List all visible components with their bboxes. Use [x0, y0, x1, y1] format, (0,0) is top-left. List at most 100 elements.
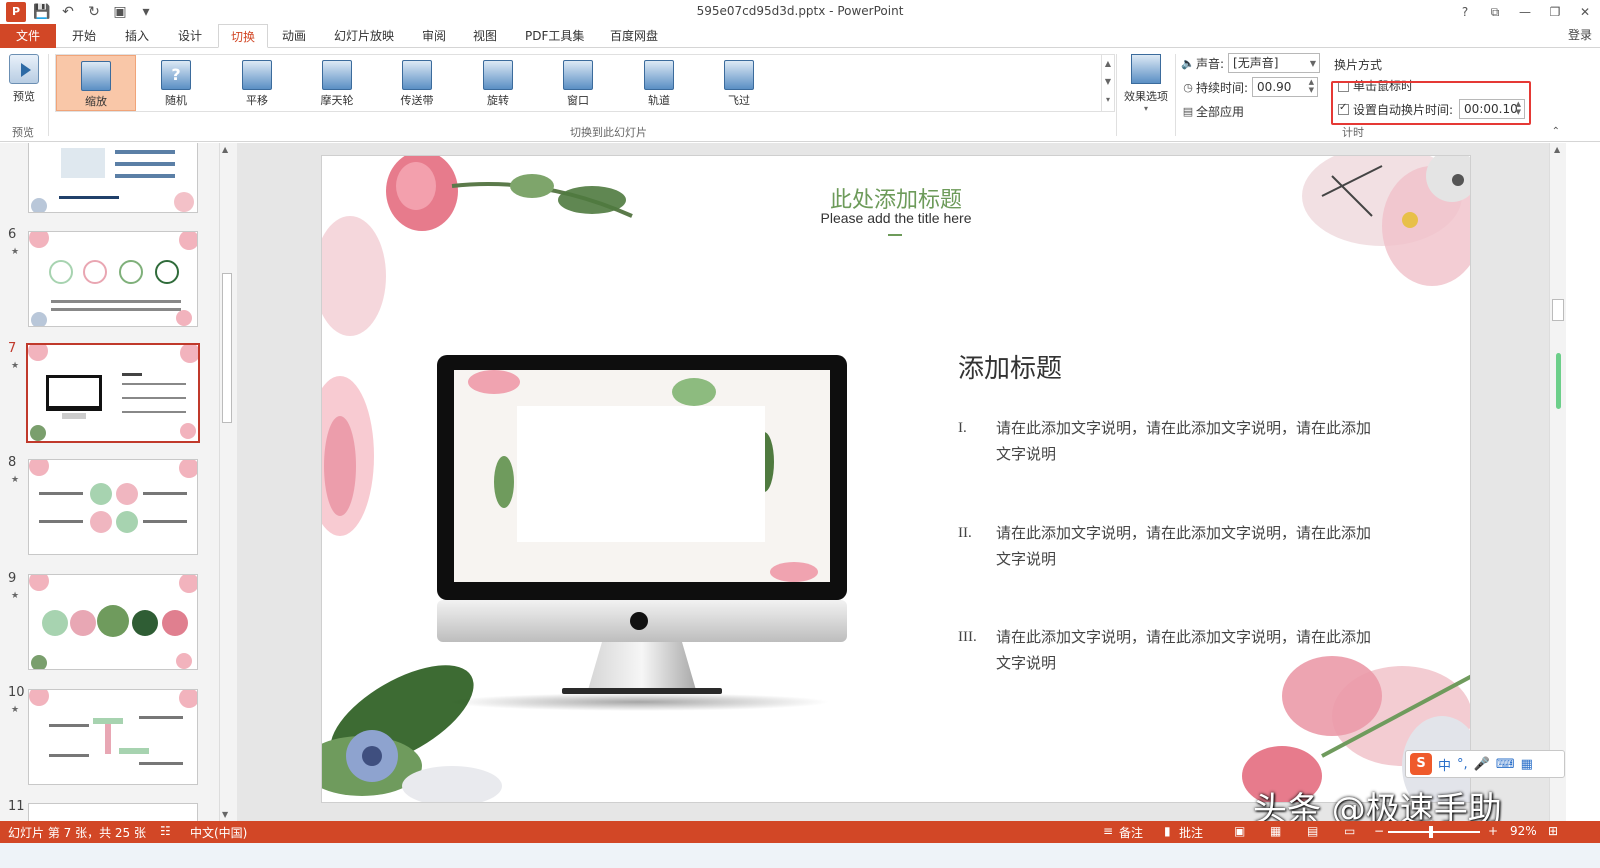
tab-animations[interactable]: 动画: [270, 24, 318, 48]
fit-slide-icon[interactable]: ⊞: [1548, 824, 1558, 838]
slide-thumbnail-selected[interactable]: [26, 343, 200, 443]
slide-sorter-view-icon[interactable]: ▦: [1270, 824, 1281, 838]
scroll-down-icon[interactable]: ▼: [222, 810, 228, 819]
slide-number: 6: [8, 227, 17, 242]
tab-slideshow[interactable]: 幻灯片放映: [322, 24, 406, 48]
help-button[interactable]: ?: [1450, 0, 1480, 24]
tab-insert[interactable]: 插入: [113, 24, 161, 48]
list-item-text: 请在此添加文字说明，请在此添加文字说明，请在此添加文字说明: [996, 524, 1372, 568]
slide-thumbnail-image: [29, 690, 197, 765]
slide-thumbnail[interactable]: [28, 143, 198, 213]
preview-button[interactable]: 预览: [6, 54, 42, 110]
zoom-slider[interactable]: [1388, 831, 1480, 833]
slide-thumbnail[interactable]: [28, 803, 198, 821]
rotate-transition-icon: [483, 60, 513, 90]
tab-baidu-netdisk[interactable]: 百度网盘: [598, 24, 670, 48]
ribbon-display-options-button[interactable]: ⧉: [1480, 0, 1510, 24]
ferris-wheel-transition-icon: [322, 60, 352, 90]
effect-options-button[interactable]: 效果选项 ▾: [1120, 54, 1172, 120]
collapse-ribbon-icon[interactable]: ⌃: [1552, 126, 1560, 137]
reading-view-icon[interactable]: ▤: [1307, 824, 1318, 838]
minimize-button[interactable]: —: [1510, 0, 1540, 24]
scroll-up-icon[interactable]: ▲: [1554, 145, 1560, 154]
fly-through-transition-icon: [724, 60, 754, 90]
zoom-out-icon[interactable]: −: [1374, 824, 1384, 838]
spinner-icon[interactable]: ▲ ▼: [1309, 78, 1314, 94]
monitor-image[interactable]: [434, 352, 854, 712]
transition-star-icon: ★: [11, 591, 20, 601]
slide-thumbnail[interactable]: [28, 574, 198, 670]
tab-pdf-tools[interactable]: PDF工具集: [513, 24, 596, 48]
ime-mode-toggle[interactable]: 中: [1438, 755, 1451, 774]
current-slide[interactable]: 此处添加标题 Please add the title here 添加标题 I.…: [321, 155, 1471, 803]
editor-vertical-scrollbar[interactable]: ▲: [1549, 143, 1566, 821]
comments-button[interactable]: 批注: [1179, 824, 1203, 841]
transition-rotate[interactable]: 旋转: [458, 55, 538, 111]
slide-thumbnail[interactable]: [28, 231, 198, 327]
transition-random[interactable]: 随机: [136, 55, 216, 111]
notes-icon[interactable]: ≡: [1103, 824, 1113, 838]
microphone-icon[interactable]: 🎤: [1474, 757, 1490, 772]
transition-label: 随机: [165, 94, 187, 107]
scrollbar-thumb[interactable]: [1552, 299, 1564, 321]
zoom-slider-thumb[interactable]: [1429, 826, 1433, 838]
powerpoint-window: P 💾 ↶ ↻ ▣ ▾ 595e07cd95d3d.pptx - PowerPo…: [0, 0, 1600, 868]
gallery-group-label: 切换到此幻灯片: [570, 126, 647, 139]
gallery-scroll-down-icon[interactable]: ▼: [1102, 73, 1114, 91]
scrollbar-thumb[interactable]: [222, 273, 232, 423]
content-heading[interactable]: 添加标题: [958, 348, 1062, 385]
notes-button[interactable]: 备注: [1119, 824, 1143, 841]
punctuation-icon[interactable]: °,: [1457, 757, 1468, 772]
tab-file[interactable]: 文件: [0, 24, 56, 48]
slide-number: 10: [8, 685, 25, 700]
sound-dropdown[interactable]: [无声音] ▼: [1228, 53, 1321, 73]
normal-view-icon[interactable]: ▣: [1234, 824, 1245, 838]
slideshow-view-icon[interactable]: ▭: [1344, 824, 1355, 838]
transition-zoom[interactable]: 缩放: [56, 55, 136, 111]
list-item-number: III.: [958, 629, 977, 645]
tab-view[interactable]: 视图: [461, 24, 509, 48]
preview-icon: [9, 54, 39, 84]
close-button[interactable]: ✕: [1570, 0, 1600, 24]
sogou-logo-icon[interactable]: S: [1410, 753, 1432, 775]
spellcheck-icon[interactable]: ☷: [160, 824, 171, 838]
comments-icon[interactable]: ▮: [1164, 824, 1171, 838]
language-status[interactable]: 中文(中国): [190, 824, 247, 841]
zoom-level[interactable]: 92%: [1510, 824, 1537, 838]
transition-ferris-wheel[interactable]: 摩天轮: [297, 55, 377, 111]
sign-in-link[interactable]: 登录: [1568, 26, 1592, 43]
window-controls: ? ⧉ — ❐ ✕: [1450, 0, 1600, 24]
tab-home[interactable]: 开始: [60, 24, 108, 48]
slide-number: 7: [8, 341, 17, 356]
thumbnail-panel-scrollbar[interactable]: ▲ ▼: [219, 143, 233, 821]
slide-thumbnail[interactable]: [28, 689, 198, 785]
tab-design[interactable]: 设计: [166, 24, 214, 48]
speaker-icon: 🔈: [1181, 56, 1195, 70]
toolbox-icon[interactable]: ▦: [1521, 757, 1533, 772]
keyboard-icon[interactable]: ⌨: [1496, 757, 1515, 772]
transition-pan[interactable]: 平移: [217, 55, 297, 111]
apply-all-button[interactable]: 全部应用: [1196, 103, 1244, 120]
transition-window[interactable]: 窗口: [538, 55, 618, 111]
apply-all-row[interactable]: ▤ 全部应用: [1180, 100, 1244, 122]
transition-orbit[interactable]: 轨道: [619, 55, 699, 111]
slide-editing-area: 此处添加标题 Please add the title here 添加标题 I.…: [237, 143, 1549, 821]
transition-gallery: 缩放 随机 平移 摩天轮 传送带 旋转 窗口 轨道 飞过 ▲ ▼ ▾: [55, 54, 1115, 112]
gallery-scroll-up-icon[interactable]: ▲: [1102, 55, 1114, 73]
tab-review[interactable]: 审阅: [410, 24, 458, 48]
zoom-in-icon[interactable]: +: [1488, 824, 1498, 838]
slide-thumbnail[interactable]: [28, 459, 198, 555]
scroll-up-icon[interactable]: ▲: [222, 145, 228, 154]
slide-thumbnail-image: [29, 460, 197, 533]
transition-fly-through[interactable]: 飞过: [699, 55, 779, 111]
duration-input[interactable]: 00.90 ▲ ▼: [1252, 77, 1319, 97]
slide-thumbnail-image: [28, 345, 198, 441]
group-separator: [1175, 54, 1176, 136]
list-item-number: II.: [958, 525, 972, 541]
tab-transitions[interactable]: 切换: [218, 24, 269, 48]
list-item-text: 请在此添加文字说明，请在此添加文字说明，请在此添加文字说明: [996, 628, 1372, 672]
restore-button[interactable]: ❐: [1540, 0, 1570, 24]
transition-conveyor[interactable]: 传送带: [377, 55, 457, 111]
gallery-expand-icon[interactable]: ▾: [1102, 91, 1114, 109]
slide-subtitle[interactable]: Please add the title here: [322, 210, 1470, 226]
